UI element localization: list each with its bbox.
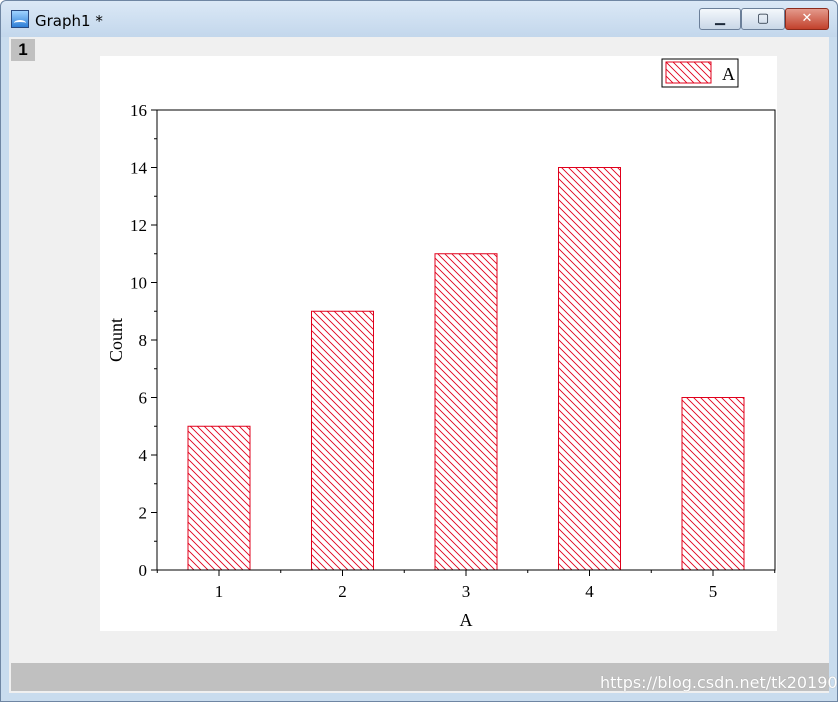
y-tick-label: 2 bbox=[139, 504, 148, 523]
bar-chart[interactable]: 0246810121416 12345 A Count A bbox=[100, 56, 777, 631]
x-tick-label: 2 bbox=[338, 582, 347, 601]
y-axis-label: Count bbox=[106, 318, 126, 362]
y-tick-label: 10 bbox=[130, 274, 147, 293]
y-tick-label: 8 bbox=[139, 331, 148, 350]
x-tick-label: 1 bbox=[215, 582, 224, 601]
title-bar[interactable]: Graph1 * ▁ ▢ ✕ bbox=[1, 1, 837, 37]
legend-swatch bbox=[665, 61, 712, 84]
bar-2[interactable] bbox=[311, 310, 374, 571]
bar-3[interactable] bbox=[434, 253, 498, 571]
minimize-button[interactable]: ▁ bbox=[699, 8, 741, 30]
legend[interactable]: A bbox=[661, 58, 739, 88]
x-tick-label: 3 bbox=[462, 582, 471, 601]
x-tick-label: 5 bbox=[709, 582, 718, 601]
y-tick-label: 16 bbox=[130, 101, 147, 120]
legend-label: A bbox=[722, 64, 735, 84]
y-tick-label: 14 bbox=[130, 159, 148, 178]
bar-5[interactable] bbox=[681, 397, 745, 571]
x-axis-label: A bbox=[460, 610, 473, 630]
graph-window: Graph1 * ▁ ▢ ✕ 1 0 2 4 6 8 10 12 14 16 12345 A C… bbox=[0, 0, 838, 702]
x-tick-label: 4 bbox=[585, 582, 594, 601]
watermark: https://blog.csdn.net/tk20190411 bbox=[600, 673, 838, 692]
layer-tab[interactable]: 1 bbox=[11, 39, 35, 61]
y-tick-label: 6 bbox=[139, 389, 148, 408]
maximize-button[interactable]: ▢ bbox=[741, 8, 785, 30]
graph-client-area: 1 0 2 4 6 8 10 12 14 16 12345 A Count A bbox=[9, 37, 829, 693]
y-tick-label: 4 bbox=[139, 446, 148, 465]
close-button[interactable]: ✕ bbox=[785, 8, 829, 30]
origin-graph-icon[interactable] bbox=[11, 10, 29, 28]
y-tick-label: 12 bbox=[130, 216, 147, 235]
bar-4[interactable] bbox=[558, 167, 621, 571]
y-tick-label: 0 bbox=[139, 561, 148, 580]
window-title: Graph1 * bbox=[35, 12, 103, 30]
graph-page[interactable]: 0 2 4 6 8 10 12 14 16 12345 A Count A bbox=[100, 56, 777, 631]
bar-1[interactable] bbox=[187, 425, 251, 571]
